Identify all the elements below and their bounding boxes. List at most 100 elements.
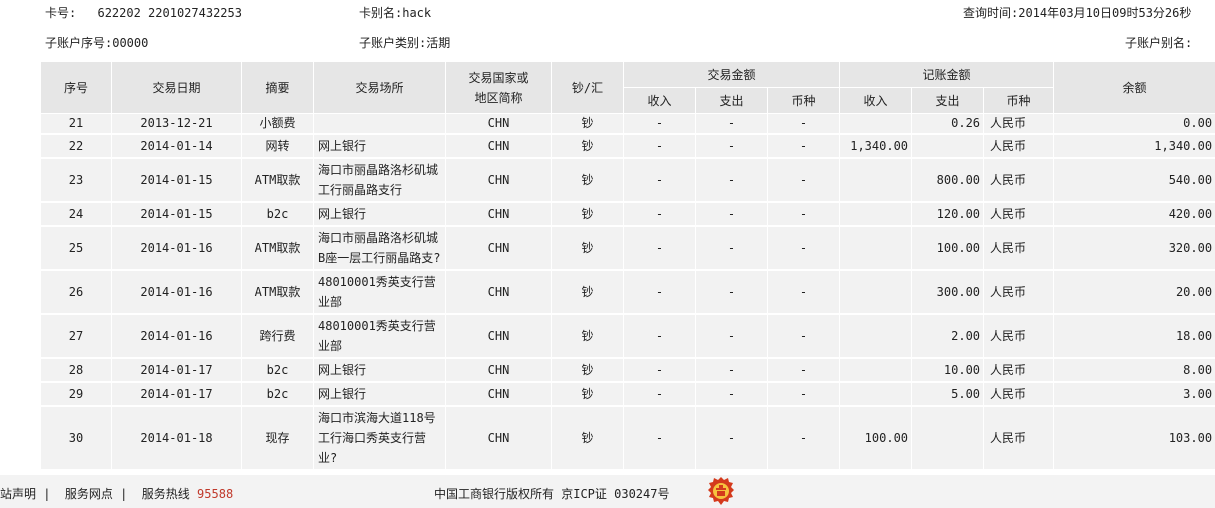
footer-links: 站声明 | 服务网点 | 服务热线 95588 [0, 485, 233, 502]
row-place: 网上银行 [313, 202, 446, 227]
row-book-income [839, 314, 913, 359]
row-date: 2014-01-17 [111, 358, 242, 383]
header-book-currency: 币种 [983, 87, 1055, 114]
row-txn-income: - [623, 202, 696, 227]
row-date: 2014-01-17 [111, 382, 242, 407]
row-date: 2014-01-16 [111, 270, 242, 315]
row-txn-expense: - [695, 314, 768, 359]
row-country: CHN [445, 202, 552, 227]
header-place: 交易场所 [313, 61, 446, 114]
row-book-expense: 120.00 [911, 202, 985, 227]
row-book-currency: 人民币 [983, 382, 1055, 407]
row-cash-remit: 钞 [551, 406, 624, 471]
header-summary: 摘要 [241, 61, 314, 114]
sub-account-alias: 子账户别名: [1125, 36, 1192, 50]
row-seq: 26 [40, 270, 112, 315]
row-balance: 3.00 [1053, 382, 1215, 407]
table-header: 序号 交易日期 摘要 交易场所 交易国家或 地区简称 钞/汇 交易金额 记账金额… [40, 61, 1215, 114]
table-body: 21 2013-12-21 小额费 CHN 钞 - - -0.26 人民币 0.00 22 2014-… [40, 113, 1215, 471]
header-seq: 序号 [40, 61, 112, 114]
row-summary: ATM取款 [241, 270, 314, 315]
footer-links-text[interactable]: 站声明 | 服务网点 | 服务热线 [0, 487, 190, 501]
row-seq: 25 [40, 226, 112, 271]
row-book-expense: 10.00 [911, 358, 985, 383]
row-txn-expense: - [695, 358, 768, 383]
sub-account-type-value: 活期 [426, 36, 451, 50]
table-row: 28 2014-01-17 b2c 网上银行 CHN 钞 - - -10.00 人民币 8.00 [40, 358, 1215, 383]
row-book-income [839, 158, 913, 203]
header-txn-expense: 支出 [695, 87, 768, 114]
query-time-label: 查询时间: [963, 6, 1019, 20]
header-txn-amount: 交易金额 [622, 61, 841, 88]
sub-account-alias-label: 子账户别名: [1125, 36, 1193, 50]
footer: 站声明 | 服务网点 | 服务热线 95588 中国工商银行版权所有 京ICP证… [0, 475, 1215, 508]
row-balance: 540.00 [1053, 158, 1215, 203]
row-book-currency: 人民币 [983, 158, 1055, 203]
row-cash-remit: 钞 [551, 226, 624, 271]
row-txn-expense: - [695, 270, 768, 315]
row-country: CHN [445, 134, 552, 159]
header-txn-income: 收入 [623, 87, 696, 114]
row-cash-remit: 钞 [551, 158, 624, 203]
row-book-expense: 2.00 [911, 314, 985, 359]
transaction-table: 序号 交易日期 摘要 交易场所 交易国家或 地区简称 钞/汇 交易金额 记账金额… [40, 61, 1215, 471]
query-time-value: 2014年03月10日09时53分26秒 [1018, 6, 1192, 20]
row-summary: 现存 [241, 406, 314, 471]
row-summary: ATM取款 [241, 226, 314, 271]
row-date: 2014-01-16 [111, 226, 242, 271]
row-date: 2014-01-18 [111, 406, 242, 471]
card-alias: 卡别名:hack [359, 6, 431, 20]
row-book-currency: 人民币 [983, 113, 1055, 135]
row-seq: 24 [40, 202, 112, 227]
row-country: CHN [445, 113, 552, 135]
card-number-label: 卡号: [45, 6, 77, 20]
row-summary: b2c [241, 382, 314, 407]
row-country: CHN [445, 158, 552, 203]
row-book-income: 1,340.00 [839, 134, 913, 159]
header-book-income: 收入 [839, 87, 913, 114]
sub-account-type-label: 子账户类别: [359, 36, 427, 50]
row-txn-currency: - [766, 158, 841, 203]
header-cash-remit: 钞/汇 [551, 61, 624, 114]
row-book-expense: 300.00 [911, 270, 985, 315]
table-row: 27 2014-01-16 跨行费 48010001秀英支行营业部 CHN 钞 - - -2.0… [40, 314, 1215, 359]
row-book-currency: 人民币 [983, 202, 1055, 227]
row-place: 海口市丽晶路洛杉矶城工行丽晶路支行 [313, 158, 446, 203]
row-country: CHN [445, 270, 552, 315]
row-txn-expense: - [695, 226, 768, 271]
table-row: 21 2013-12-21 小额费 CHN 钞 - - -0.26 人民币 0.00 [40, 113, 1215, 135]
row-txn-expense: - [695, 158, 768, 203]
row-place: 海口市丽晶路洛杉矶城B座一层工行丽晶路支? [313, 226, 446, 271]
row-txn-expense: - [695, 134, 768, 159]
sub-account-number: 子账户序号:00000 [45, 36, 148, 50]
row-txn-currency: - [766, 270, 841, 315]
row-txn-income: - [623, 134, 696, 159]
row-book-expense: 100.00 [911, 226, 985, 271]
row-cash-remit: 钞 [551, 113, 624, 135]
row-balance: 0.00 [1053, 113, 1215, 135]
row-book-currency: 人民币 [983, 134, 1055, 159]
header-book-amount: 记账金额 [839, 61, 1055, 88]
row-summary: b2c [241, 202, 314, 227]
row-seq: 27 [40, 314, 112, 359]
row-balance: 18.00 [1053, 314, 1215, 359]
row-txn-currency: - [766, 202, 841, 227]
row-txn-income: - [623, 113, 696, 135]
row-book-currency: 人民币 [983, 226, 1055, 271]
row-book-income [839, 226, 913, 271]
row-txn-currency: - [766, 134, 841, 159]
sub-account-number-label: 子账户序号: [45, 36, 113, 50]
row-book-income [839, 382, 913, 407]
row-book-expense: 0.26 [911, 113, 985, 135]
header-country: 交易国家或 地区简称 [445, 61, 552, 114]
row-cash-remit: 钞 [551, 270, 624, 315]
row-date: 2013-12-21 [111, 113, 242, 135]
row-book-income: 100.00 [839, 406, 913, 471]
hotline-number: 95588 [197, 487, 234, 501]
row-seq: 22 [40, 134, 112, 159]
row-txn-income: - [623, 358, 696, 383]
card-number: 卡号: 622202 2201027432253 [45, 6, 242, 20]
row-txn-income: - [623, 270, 696, 315]
row-txn-expense: - [695, 406, 768, 471]
row-txn-currency: - [766, 358, 841, 383]
